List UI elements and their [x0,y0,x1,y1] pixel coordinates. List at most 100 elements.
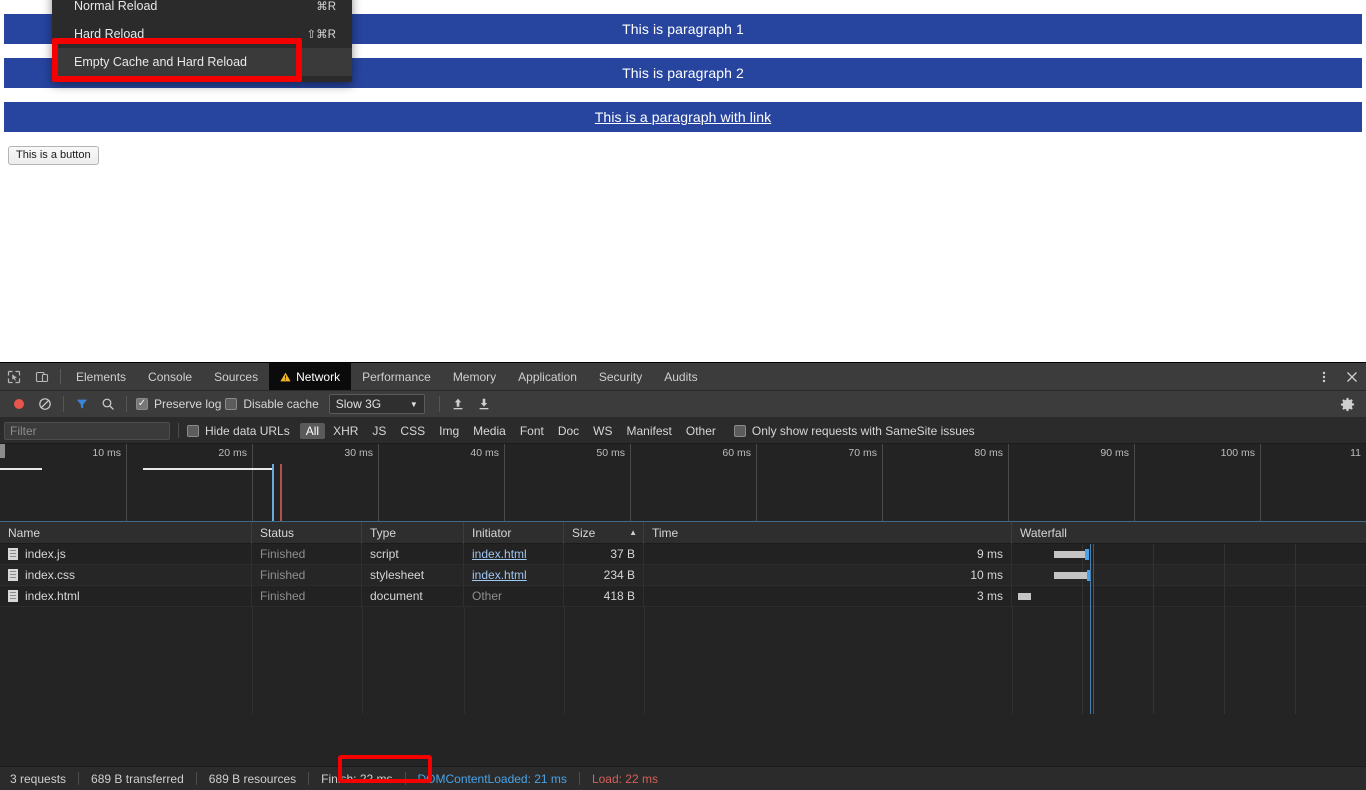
menu-item-empty-cache-and-hard-reload[interactable]: Empty Cache and Hard Reload [52,48,352,76]
page-button[interactable]: This is a button [8,146,99,165]
chip-media[interactable]: Media [467,423,512,439]
network-overview-timeline[interactable]: 10 ms 20 ms 30 ms 40 ms 50 ms 60 ms 70 m… [0,444,1366,522]
import-har-icon[interactable] [445,391,471,417]
overview-tick-30: 30 ms [344,447,373,459]
devtools-panel: Elements Console Sources Network Perform… [0,362,1366,790]
tab-security[interactable]: Security [588,363,653,390]
page-link[interactable]: This is a paragraph with link [595,109,771,125]
chip-js[interactable]: JS [366,423,392,439]
tab-elements[interactable]: Elements [65,363,137,390]
export-har-icon[interactable] [471,391,497,417]
chip-doc[interactable]: Doc [552,423,585,439]
reload-context-menu[interactable]: Normal Reload ⌘R Hard Reload ⇧⌘R Empty C… [52,0,352,82]
cell-initiator[interactable]: index.html [464,564,564,586]
column-header-initiator[interactable]: Initiator [464,521,564,544]
status-requests: 3 requests [10,771,67,786]
hide-data-urls-checkbox[interactable]: Hide data URLs [187,424,290,438]
filter-input[interactable] [4,421,170,440]
tab-performance[interactable]: Performance [351,363,442,390]
cell-status: Finished [252,564,362,586]
status-resources: 689 B resources [208,771,297,786]
status-load: Load: 22 ms [591,771,658,786]
filterbar-divider-1 [178,423,179,438]
record-icon[interactable] [6,391,32,417]
disable-cache-checkbox[interactable]: Disable cache [225,397,319,411]
cell-type: stylesheet [362,564,464,586]
chip-xhr[interactable]: XHR [327,423,364,439]
gear-icon[interactable] [1334,391,1360,417]
more-options-icon[interactable] [1310,370,1338,384]
throttle-value: Slow 3G [335,397,382,411]
waterfall-load-marker [1093,585,1094,607]
cell-size: 37 B [564,543,644,565]
initiator-link[interactable]: index.html [472,547,527,561]
overview-resize-handle[interactable] [0,444,5,458]
tab-memory[interactable]: Memory [442,363,507,390]
cell-waterfall [1012,564,1366,586]
cell-initiator[interactable]: index.html [464,543,564,565]
device-toolbar-icon[interactable] [28,363,56,390]
overview-tick-50: 50 ms [596,447,625,459]
chip-img[interactable]: Img [433,423,465,439]
column-header-time[interactable]: Time [644,521,1012,544]
table-row[interactable]: index.css Finished stylesheet index.html… [0,564,1366,586]
status-transferred: 689 B transferred [91,771,184,786]
cell-name[interactable]: index.css [0,564,252,586]
table-row[interactable]: index.html Finished document Other 418 B… [0,585,1366,607]
cell-name[interactable]: index.js [0,543,252,565]
throttle-dropdown[interactable]: Slow 3G ▼ [328,394,425,414]
column-header-type[interactable]: Type [362,521,464,544]
search-icon[interactable] [95,391,121,417]
warning-triangle-icon [280,372,291,382]
tab-network-label: Network [296,369,341,384]
chip-manifest[interactable]: Manifest [621,423,678,439]
table-row[interactable]: index.js Finished script index.html 37 B… [0,543,1366,565]
column-header-name[interactable]: Name [0,521,252,544]
samesite-box [733,424,746,437]
menu-item-normal-reload[interactable]: Normal Reload ⌘R [52,0,352,20]
chip-ws[interactable]: WS [587,423,618,439]
tab-audits[interactable]: Audits [653,363,708,390]
status-finish: Finish: 22 ms [321,771,393,786]
close-devtools-icon[interactable] [1338,370,1366,384]
initiator-link[interactable]: index.html [472,568,527,582]
chip-other[interactable]: Other [680,423,722,439]
inspect-element-icon[interactable] [0,363,28,390]
waterfall-empty-area [1012,607,1366,714]
network-status-bar: 3 requests 689 B transferred 689 B resou… [0,766,1366,790]
file-icon [8,590,18,602]
filter-icon[interactable] [69,391,95,417]
waterfall-dcl-marker [1090,543,1091,565]
menu-item-normal-reload-shortcut: ⌘R [316,1,336,13]
overview-load-marker [280,464,282,521]
cell-waterfall [1012,585,1366,607]
tab-security-label: Security [598,369,643,384]
tab-application[interactable]: Application [507,363,588,390]
status-dom-content-loaded: DOMContentLoaded: 21 ms [417,771,567,786]
cell-type: script [362,543,464,565]
chip-css[interactable]: CSS [394,423,431,439]
chip-font[interactable]: Font [514,423,550,439]
tab-network[interactable]: Network [269,363,352,390]
overview-tick-110: 11 [1350,447,1361,459]
column-header-size[interactable]: Size ▲ [564,521,644,544]
overview-tick-10: 10 ms [92,447,121,459]
column-header-waterfall[interactable]: Waterfall [1012,522,1366,544]
clear-icon[interactable] [32,391,58,417]
tab-sources[interactable]: Sources [203,363,269,390]
waterfall-dcl-marker [1090,585,1091,607]
menu-item-hard-reload[interactable]: Hard Reload ⇧⌘R [52,20,352,48]
column-header-status[interactable]: Status [252,521,362,544]
throttle-select[interactable]: Slow 3G ▼ [328,394,425,414]
samesite-issues-checkbox[interactable]: Only show requests with SameSite issues [733,424,975,438]
waterfall-dcl-marker [1090,564,1091,586]
sort-ascending-icon: ▲ [629,528,637,537]
preserve-log-checkbox[interactable]: ✓ Preserve log [136,397,221,411]
disable-cache-label: Disable cache [243,397,319,411]
cell-type: document [362,585,464,607]
tab-console[interactable]: Console [137,363,203,390]
chip-all[interactable]: All [299,422,326,439]
devtools-tabstrip: Elements Console Sources Network Perform… [0,363,1366,391]
hide-data-urls-box [187,424,199,437]
cell-name[interactable]: index.html [0,585,252,607]
